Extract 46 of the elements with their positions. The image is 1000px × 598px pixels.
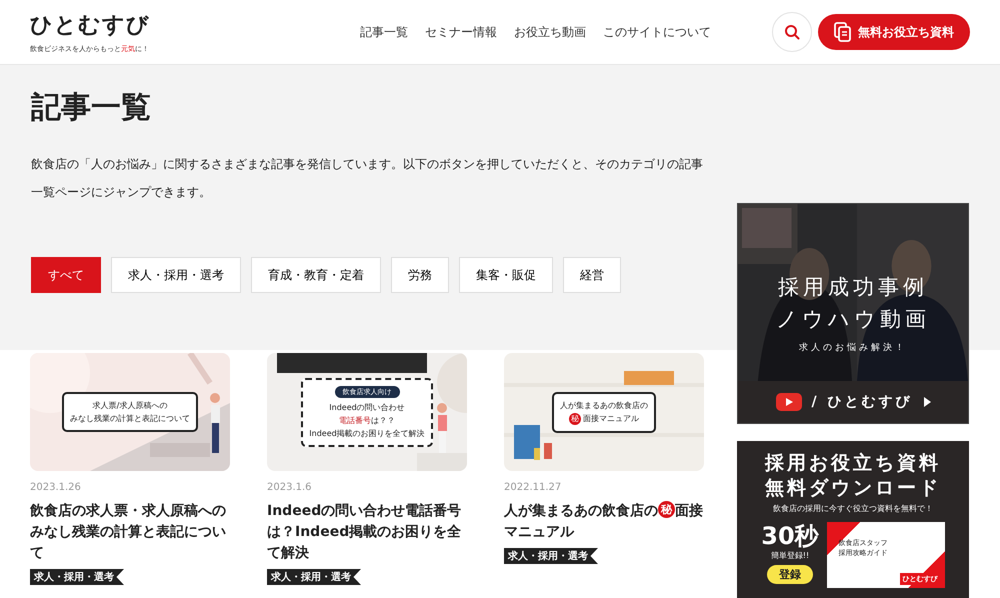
article-title-link[interactable]: 飲食店の求人票・求人原稿へのみなし残業の計算と表記について xyxy=(30,501,230,564)
category-filter-button[interactable]: すべて xyxy=(31,257,101,293)
banner-subtitle: 飲食店の採用に今すぐ役立つ資料を無料で！ xyxy=(773,503,933,514)
article-title-link[interactable]: 人が集まるあの飲食店の 秘 面接マニュアル xyxy=(504,501,704,543)
thumbnail-caption: Indeed掲載のお困りを全て解決 xyxy=(309,428,425,438)
category-tag: 求人・採用・選考 xyxy=(30,569,124,585)
free-materials-button[interactable]: 無料お役立ち資料 xyxy=(818,14,970,50)
banner-heading: ノウハウ動画 xyxy=(776,306,930,333)
channel-name: / ひとむすび xyxy=(812,393,912,411)
article-date: 2022.11.27 xyxy=(504,482,562,493)
intro-text: 飲食店の「人のお悩み」に関するさまざまな記事を発信しています。以下のボタンを押していただくと、そのカテゴリの記事一覧ページにジャンプできます。 xyxy=(31,156,704,201)
article-date: 2023.1.26 xyxy=(30,482,81,493)
category-tag: 求人・採用・選考 xyxy=(504,548,598,564)
page-title: 記事一覧 xyxy=(31,89,152,127)
document-icon xyxy=(834,22,852,42)
thumbnail-caption: みなし残業の計算と表記について xyxy=(70,413,190,424)
banner-heading: 無料ダウンロード xyxy=(765,476,941,501)
nav-link[interactable]: このサイトについて xyxy=(603,24,711,40)
article-title-link[interactable]: Indeedの問い合わせ電話番号は？Indeed掲載のお困りを全て解決 xyxy=(267,501,467,564)
video-banner[interactable]: 採用成功事例 ノウハウ動画 求人のお悩み解決！ / ひとむすび xyxy=(737,203,969,424)
category-tag: 求人・採用・選考 xyxy=(267,569,361,585)
category-filter-button[interactable]: 求人・採用・選考 xyxy=(111,257,241,293)
category-filter-button[interactable]: 経営 xyxy=(563,257,621,293)
banner-heading: 採用成功事例 xyxy=(778,274,928,301)
nav-link[interactable]: セミナー情報 xyxy=(425,24,497,40)
search-icon xyxy=(784,24,800,40)
category-filter-button[interactable]: 育成・教育・定着 xyxy=(251,257,381,293)
category-filter-button[interactable]: 労務 xyxy=(391,257,449,293)
thumbnail-caption: 人が集まるあの飲食店の xyxy=(560,400,648,410)
thumbnail-caption: 電話番号は？？ xyxy=(339,414,395,426)
site-logo[interactable]: ひとむすび xyxy=(30,10,360,40)
play-button-icon xyxy=(776,393,802,411)
nav-link[interactable]: 記事一覧 xyxy=(360,24,408,40)
category-filter-button[interactable]: 集客・販促 xyxy=(459,257,553,293)
search-button[interactable] xyxy=(772,12,812,52)
register-button[interactable]: 登録 xyxy=(767,565,813,584)
easy-signup-label: 簡単登録!! xyxy=(770,550,810,561)
banner-subtitle: 求人のお悩み解決！ xyxy=(799,342,907,354)
banner-heading: 採用お役立ち資料 xyxy=(765,451,941,476)
thumbnail-caption: Indeedの問い合わせ xyxy=(329,402,405,412)
thumbnail-caption: 求人票/求人原稿への xyxy=(92,400,168,411)
triangle-arrow-icon xyxy=(922,397,930,407)
thumbnail-caption: 秘 面接マニュアル xyxy=(569,412,639,424)
article-date: 2023.1.6 xyxy=(267,482,312,493)
seconds-label: 30秒 xyxy=(761,522,819,550)
nav-link[interactable]: お役立ち動画 xyxy=(514,24,586,40)
